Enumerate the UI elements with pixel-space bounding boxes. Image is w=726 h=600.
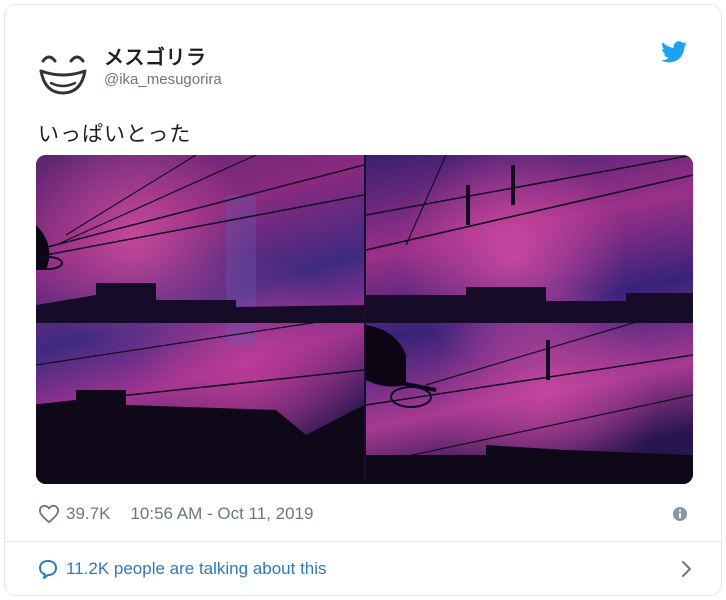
tweet-card: メスゴリラ @ika_mesugorira いっぱいとった 39.7K 10:5… bbox=[4, 4, 722, 596]
talking-about-link[interactable]: 11.2K people are talking about this bbox=[38, 556, 693, 582]
user-handle[interactable]: @ika_mesugorira bbox=[104, 71, 222, 88]
talking-about-text[interactable]: 11.2K people are talking about this bbox=[66, 559, 327, 579]
photo-left[interactable] bbox=[36, 155, 364, 484]
photo-right[interactable] bbox=[366, 155, 693, 484]
like-count[interactable]: 39.7K bbox=[66, 504, 110, 524]
twitter-bird-icon[interactable] bbox=[661, 41, 687, 63]
tweet-meta: 39.7K 10:56 AM - Oct 11, 2019 bbox=[38, 502, 313, 526]
avatar[interactable] bbox=[37, 45, 89, 97]
info-icon[interactable] bbox=[671, 505, 689, 523]
divider bbox=[5, 541, 721, 542]
tweet-text: いっぱいとった bbox=[38, 122, 192, 146]
display-name[interactable]: メスゴリラ bbox=[104, 41, 207, 70]
photo-grid[interactable] bbox=[36, 155, 693, 484]
timestamp[interactable]: 10:56 AM - Oct 11, 2019 bbox=[130, 504, 313, 524]
speech-bubble-icon bbox=[39, 560, 57, 579]
chevron-right-icon[interactable] bbox=[679, 560, 693, 578]
heart-icon[interactable] bbox=[38, 504, 60, 524]
